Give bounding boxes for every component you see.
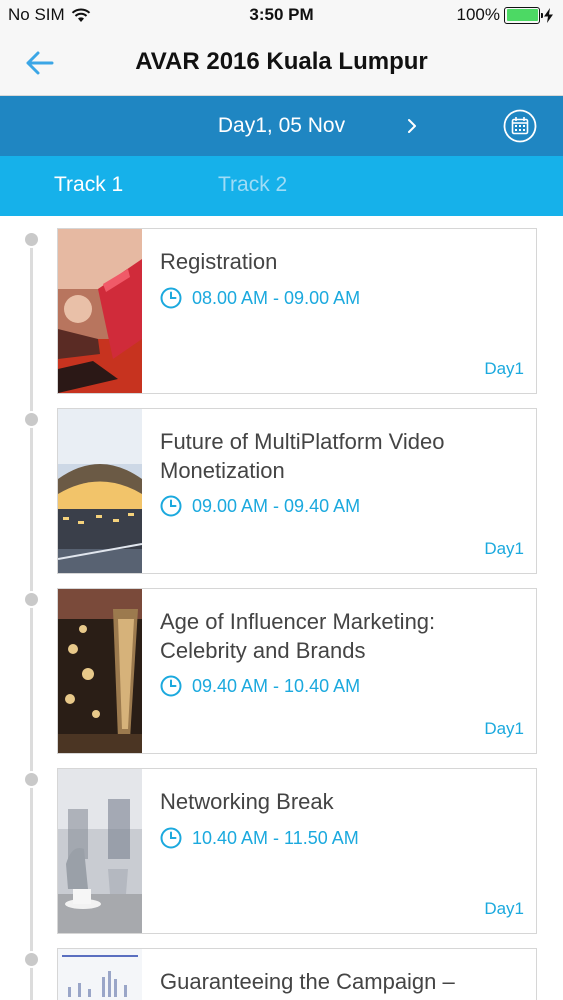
session-time-row: 09.00 AM - 09.40 AM xyxy=(160,495,360,517)
calendar-icon[interactable] xyxy=(503,109,537,143)
timeline-line xyxy=(30,232,33,1000)
session-card[interactable]: Age of Influencer Marketing: Celebrity a… xyxy=(57,588,537,754)
session-title: Registration xyxy=(160,249,278,274)
chevron-right-icon[interactable] xyxy=(400,112,424,140)
clock-icon xyxy=(160,287,182,309)
session-time-row: 08.00 AM - 09.00 AM xyxy=(160,287,360,309)
clock-icon xyxy=(160,827,182,849)
session-card[interactable]: Future of MultiPlatform Video Monetizati… xyxy=(57,408,537,574)
battery-icon xyxy=(504,6,543,24)
session-time: 09.40 AM - 10.40 AM xyxy=(192,675,361,696)
session-thumbnail-registration xyxy=(58,229,142,393)
session-time: 10.40 AM - 11.50 AM xyxy=(192,827,359,848)
session-thumbnail-awards xyxy=(58,589,142,753)
session-thumbnail-chart xyxy=(58,949,142,1000)
session-card[interactable]: Registration 08.00 AM - 09.00 AM Day1 xyxy=(57,228,537,394)
timeline-dot xyxy=(23,951,40,968)
charging-bolt-icon xyxy=(544,7,553,23)
tab-track-2[interactable]: Track 2 xyxy=(218,173,287,197)
page-title: AVAR 2016 Kuala Lumpur xyxy=(135,48,428,75)
wifi-icon xyxy=(71,8,90,22)
session-card[interactable]: Guaranteeing the Campaign – xyxy=(57,948,537,1000)
carrier-label: No SIM xyxy=(8,5,65,24)
battery-percent: 100% xyxy=(456,5,500,24)
clock-icon xyxy=(160,675,182,697)
session-thumbnail-airport xyxy=(58,409,142,573)
navigation-bar: AVAR 2016 Kuala Lumpur xyxy=(0,30,563,96)
session-day: Day1 xyxy=(484,719,524,738)
session-time: 08.00 AM - 09.00 AM xyxy=(192,287,361,308)
session-card[interactable]: Networking Break 10.40 AM - 11.50 AM Day… xyxy=(57,768,537,934)
session-day: Day1 xyxy=(484,899,524,918)
session-title: Guaranteeing the Campaign – xyxy=(160,969,455,994)
clock-icon xyxy=(160,495,182,517)
timeline-dot xyxy=(23,411,40,428)
timeline-dot xyxy=(23,771,40,788)
carrier-group: No SIM xyxy=(8,5,91,25)
status-bar: No SIM 3:50 PM 100% xyxy=(0,0,563,30)
tab-track-1[interactable]: Track 1 xyxy=(54,173,123,197)
battery-group: 100% xyxy=(457,5,553,25)
timeline-dot xyxy=(23,591,40,608)
date-selector-bar: Day1, 05 Nov xyxy=(0,96,563,156)
session-thumbnail-coffee xyxy=(58,769,142,933)
timeline-dot xyxy=(23,231,40,248)
session-title: Age of Influencer Marketing: Celebrity a… xyxy=(160,609,436,663)
session-time-row: 09.40 AM - 10.40 AM xyxy=(160,675,360,697)
session-time: 09.00 AM - 09.40 AM xyxy=(192,495,361,516)
session-day: Day1 xyxy=(484,359,524,378)
session-time-row: 10.40 AM - 11.50 AM xyxy=(160,827,359,849)
back-arrow-icon[interactable] xyxy=(24,48,56,78)
session-title: Networking Break xyxy=(160,789,334,814)
session-title: Future of MultiPlatform Video Monetizati… xyxy=(160,429,445,483)
current-date-label: Day1, 05 Nov xyxy=(217,114,346,137)
session-day: Day1 xyxy=(484,539,524,558)
track-tab-bar: Track 1 Track 2 xyxy=(0,156,563,216)
